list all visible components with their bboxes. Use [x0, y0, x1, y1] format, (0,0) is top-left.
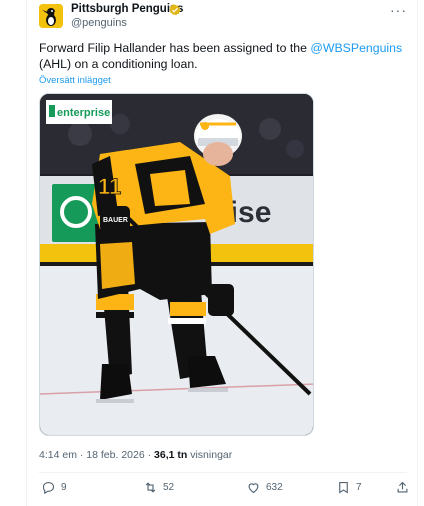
penguins-logo-avatar[interactable]	[39, 4, 63, 28]
account-handle[interactable]: @penguins	[71, 17, 127, 29]
share-button[interactable]	[395, 480, 410, 495]
bookmark-count: 7	[356, 482, 362, 493]
tweet-text-start: Forward Filip Hallander has been assigne…	[39, 41, 311, 55]
heart-icon	[248, 483, 259, 494]
jersey-number: 11	[98, 174, 121, 199]
divider	[39, 472, 407, 473]
repost-button[interactable]: 52	[143, 480, 174, 495]
like-count: 632	[266, 482, 283, 493]
action-bar: 9 52 632 7	[39, 480, 411, 500]
bookmark-icon	[339, 481, 348, 494]
share-icon	[397, 481, 408, 493]
tweet-text-end: (AHL) on a conditioning loan.	[39, 57, 198, 71]
views-label: visningar	[190, 449, 233, 461]
reply-button[interactable]: 9	[41, 480, 67, 495]
display-name[interactable]: Pittsburgh Penguins	[71, 3, 183, 15]
repost-icon	[145, 482, 156, 493]
meta-separator: ·	[147, 449, 152, 461]
tweet-card: Pittsburgh Penguins @penguins ··· Forwar…	[26, 0, 418, 506]
translate-post-link[interactable]: Översätt inlägget	[39, 75, 111, 86]
gold-verified-badge-icon[interactable]	[169, 3, 181, 16]
hockey-player-photo: rise enterprise 11 BAUER	[40, 94, 313, 435]
tweet-date[interactable]: 18 feb. 2026	[86, 449, 144, 461]
like-button[interactable]: 632	[246, 480, 283, 495]
enterprise-logo: enterprise	[57, 107, 110, 119]
mention-link[interactable]: @WBSPenguins	[310, 41, 402, 55]
reply-icon	[42, 481, 55, 495]
views-count: 36,1 tn	[154, 449, 188, 461]
repost-count: 52	[163, 482, 175, 493]
bookmark-button[interactable]: 7	[336, 480, 362, 495]
meta-separator: ·	[79, 449, 84, 461]
tweet-text: Forward Filip Hallander has been assigne…	[39, 40, 411, 72]
tweet-meta: 4:14 em · 18 feb. 2026 · 36,1 tn visning…	[39, 449, 232, 461]
reply-count: 9	[61, 482, 67, 493]
tweet-time[interactable]: 4:14 em	[39, 449, 77, 461]
more-options-icon[interactable]: ···	[390, 2, 407, 18]
glove-brand-left: BAUER	[103, 217, 128, 224]
tweet-photo[interactable]: rise enterprise 11 BAUER	[39, 93, 314, 436]
